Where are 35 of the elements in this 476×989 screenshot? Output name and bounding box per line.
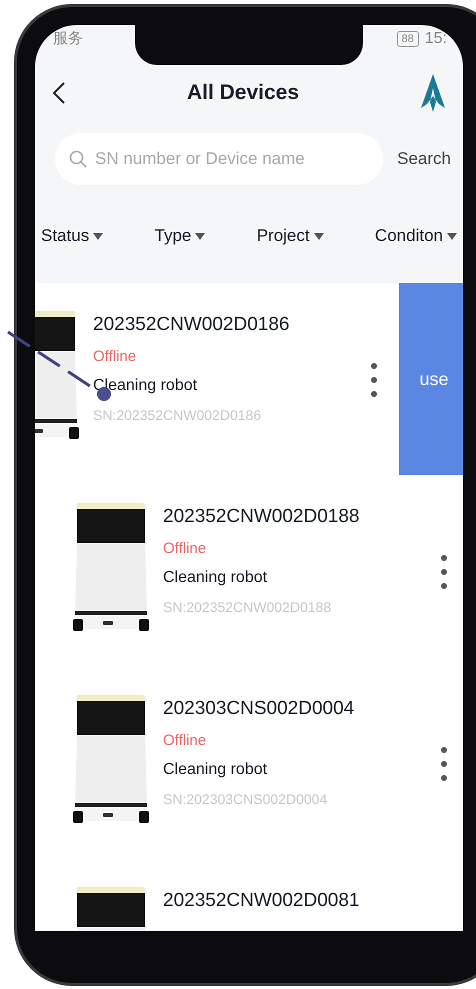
caret-icon — [446, 232, 457, 240]
more-icon[interactable] — [441, 555, 447, 589]
more-icon[interactable] — [441, 747, 447, 781]
device-name: 202352CNW002D0081 — [163, 889, 360, 913]
search-icon — [69, 150, 87, 168]
device-type: Cleaning robot — [163, 760, 268, 780]
filter-dropdown[interactable]: Type — [154, 223, 206, 249]
more-icon[interactable] — [371, 363, 377, 397]
caret-icon — [195, 232, 206, 240]
battery-indicator: 88 — [396, 31, 419, 47]
search-field[interactable]: SN number or Device name — [95, 146, 370, 172]
device-name: 202303CNS002D0004 — [163, 697, 356, 721]
filter-dropdown[interactable]: Status — [41, 223, 104, 249]
serial-number: SN:202352CNW002D0188 — [163, 598, 332, 617]
logo-icon — [420, 74, 445, 112]
serial-number: SN:202303CNS002D0004 — [163, 790, 328, 809]
device-name: 202352CNW002D0186 — [93, 313, 290, 337]
device-type: Cleaning robot — [93, 376, 198, 396]
device-name: 202352CNW002D0188 — [163, 505, 360, 529]
use-button[interactable]: use — [399, 283, 463, 475]
serial-number: SN:202352CNW002D0186 — [93, 406, 262, 425]
device-status: Offline — [163, 731, 208, 751]
caret-icon — [93, 232, 104, 240]
search-button[interactable]: Search — [395, 146, 453, 172]
device-type: Cleaning robot — [163, 568, 268, 588]
filter-dropdown[interactable]: Project — [256, 223, 324, 249]
search-bar[interactable]: SN number or Device name — [55, 133, 384, 185]
caret-icon — [314, 232, 324, 240]
filter-dropdown[interactable]: Conditon — [374, 223, 457, 249]
status-text: 服务 — [53, 28, 83, 49]
device-status: Offline — [93, 347, 138, 367]
back-icon[interactable] — [53, 82, 65, 104]
page-title: All Devices — [186, 80, 300, 106]
clock-time: 15: — [424, 29, 447, 49]
device-status: Offline — [163, 539, 208, 559]
